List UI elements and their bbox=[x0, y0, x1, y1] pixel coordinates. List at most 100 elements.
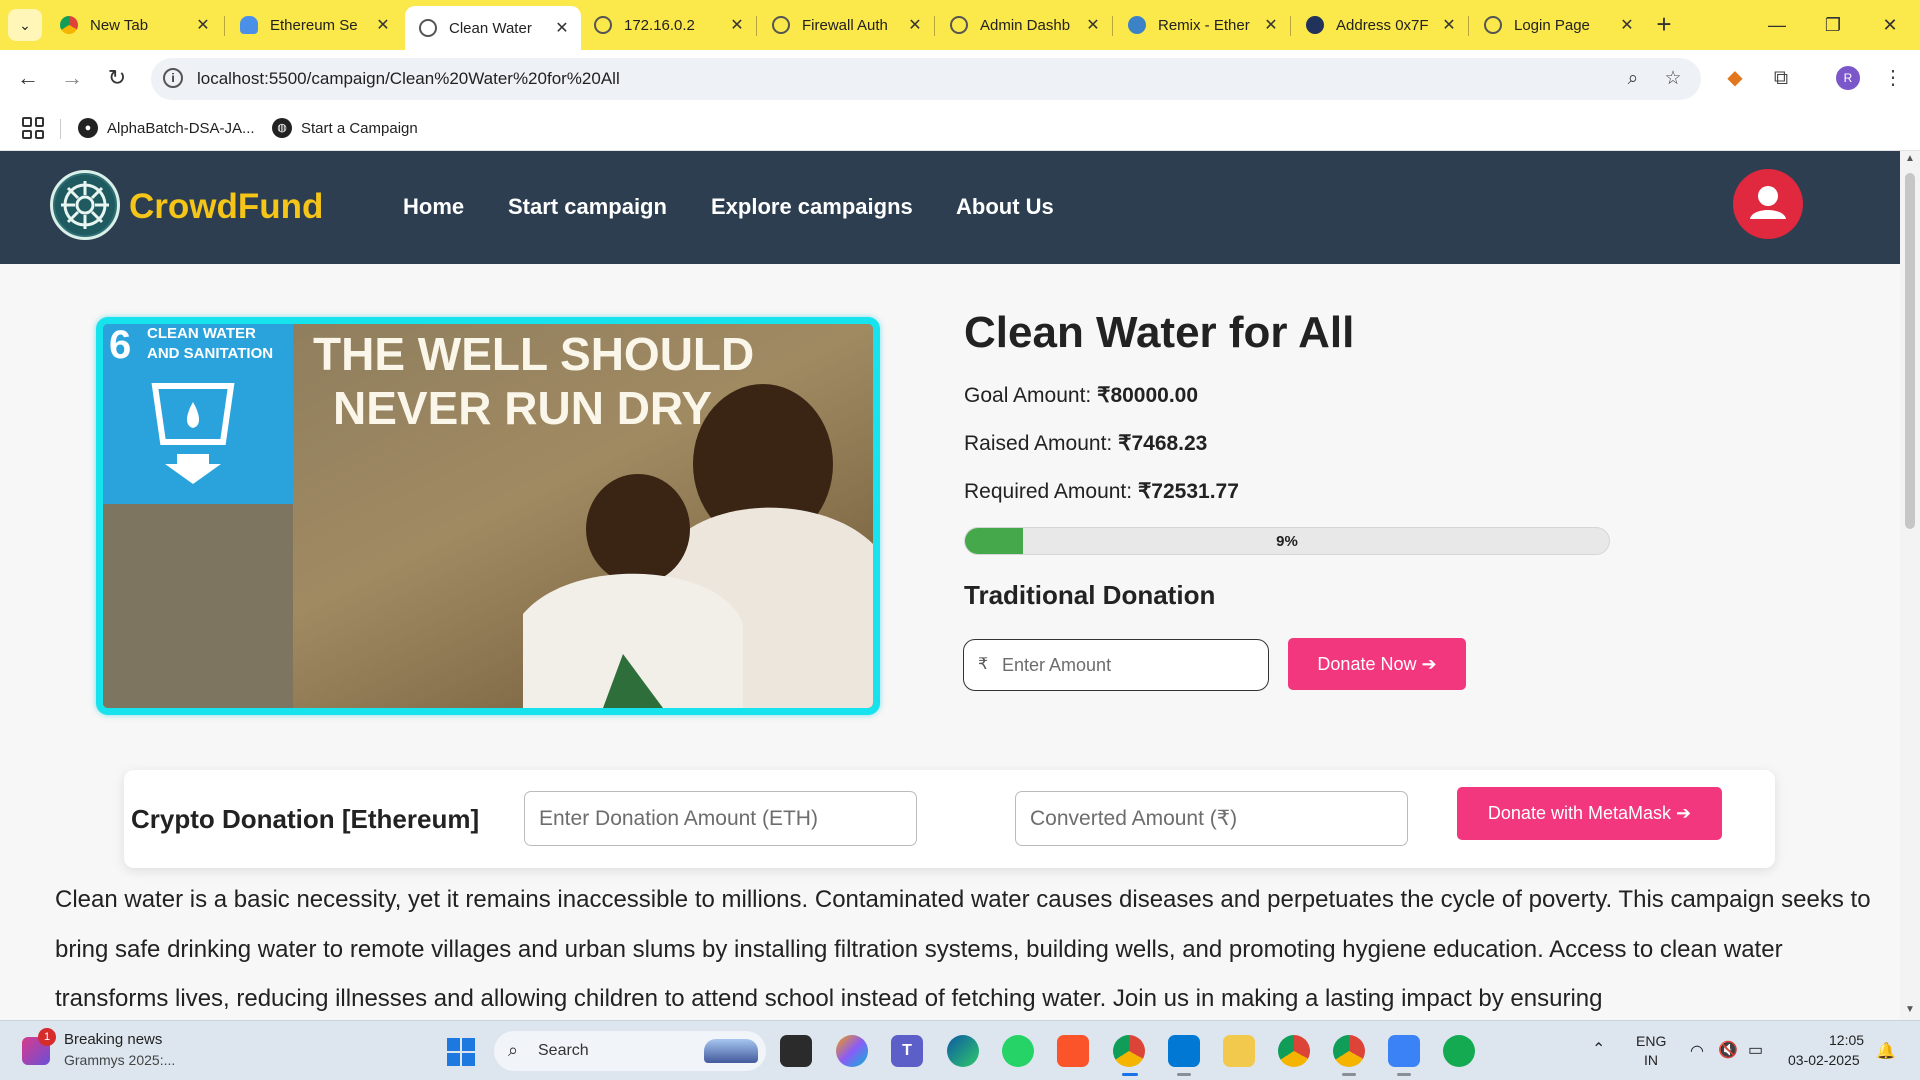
page-viewport: CrowdFund Home Start campaign Explore ca… bbox=[0, 151, 1920, 1020]
tab-close-icon[interactable]: ✕ bbox=[1618, 15, 1636, 35]
campaign-photo: 6 CLEAN WATER AND SANITATION THE WELL SH… bbox=[103, 324, 873, 708]
tab-address[interactable]: Address 0x7F ✕ bbox=[1292, 6, 1468, 44]
edge-icon[interactable] bbox=[947, 1035, 979, 1067]
brand-name[interactable]: CrowdFund bbox=[129, 187, 323, 227]
copilot-icon[interactable] bbox=[836, 1035, 868, 1067]
vscode-icon[interactable] bbox=[1168, 1035, 1200, 1067]
minimize-icon[interactable]: — bbox=[1751, 8, 1803, 42]
traditional-donation-title: Traditional Donation bbox=[964, 580, 1216, 610]
browser-tab-strip: ⌄ New Tab ✕ Ethereum Se ✕ Clean Water ✕ … bbox=[0, 0, 1920, 50]
reload-icon[interactable]: ↻ bbox=[101, 62, 133, 94]
globe-icon bbox=[1484, 16, 1502, 34]
restore-icon[interactable]: ❐ bbox=[1807, 8, 1859, 42]
brave-icon[interactable] bbox=[1057, 1035, 1089, 1067]
tab-new-tab[interactable]: New Tab ✕ bbox=[46, 6, 222, 44]
wifi-icon[interactable]: ◠ bbox=[1690, 1041, 1704, 1061]
tab-172-16-0-2[interactable]: 172.16.0.2 ✕ bbox=[580, 6, 756, 44]
site-header: CrowdFund Home Start campaign Explore ca… bbox=[0, 151, 1900, 264]
chrome-profile-m-icon[interactable] bbox=[1333, 1035, 1365, 1067]
notepad-icon[interactable] bbox=[1388, 1035, 1420, 1067]
tray-overflow-chevron-icon[interactable]: ⌃ bbox=[1592, 1039, 1605, 1059]
user-profile-button[interactable] bbox=[1733, 169, 1803, 239]
chrome-profile-r-icon[interactable] bbox=[1113, 1035, 1145, 1067]
crypto-donation-title: Crypto Donation [Ethereum] bbox=[131, 804, 480, 834]
crowdfund-logo[interactable] bbox=[50, 170, 120, 240]
nav-about-us[interactable]: About Us bbox=[956, 194, 1054, 220]
amount-input[interactable] bbox=[1002, 650, 1258, 680]
zoom-icon[interactable]: ⌕ bbox=[1621, 67, 1645, 91]
tab-login-page[interactable]: Login Page ✕ bbox=[1470, 6, 1646, 44]
teams-icon[interactable]: T bbox=[891, 1035, 923, 1067]
address-bar[interactable]: i localhost:5500/campaign/Clean%20Water%… bbox=[151, 58, 1701, 100]
tab-remix[interactable]: Remix - Ether ✕ bbox=[1114, 6, 1290, 44]
page-scrollbar[interactable]: ▲ ▼ bbox=[1900, 151, 1920, 1020]
clock-time[interactable]: 12:05 bbox=[1829, 1032, 1864, 1048]
language-line2[interactable]: IN bbox=[1644, 1052, 1658, 1068]
search-label: Search bbox=[538, 1042, 589, 1059]
new-tab-plus-icon[interactable]: + bbox=[1648, 9, 1680, 41]
nav-start-campaign[interactable]: Start campaign bbox=[508, 194, 667, 220]
tab-close-icon[interactable]: ✕ bbox=[1262, 15, 1280, 35]
tab-search-chevron-icon[interactable]: ⌄ bbox=[8, 9, 42, 41]
tab-ethereum[interactable]: Ethereum Se ✕ bbox=[226, 6, 402, 44]
tab-title: Address 0x7F bbox=[1336, 16, 1429, 34]
tab-admin-dashboard[interactable]: Admin Dashb ✕ bbox=[936, 6, 1112, 44]
site-info-icon[interactable]: i bbox=[163, 68, 183, 88]
eth-amount-input[interactable] bbox=[524, 791, 917, 846]
battery-icon[interactable]: ▭ bbox=[1748, 1040, 1763, 1060]
running-app-indicator bbox=[1342, 1073, 1356, 1076]
donate-metamask-button[interactable]: Donate with MetaMask ➔ bbox=[1457, 787, 1722, 840]
tab-close-icon[interactable]: ✕ bbox=[728, 15, 746, 35]
browser-menu-icon[interactable]: ⋮ bbox=[1877, 62, 1909, 94]
globe-icon bbox=[772, 16, 790, 34]
news-subtitle[interactable]: Grammys 2025:... bbox=[64, 1052, 175, 1068]
tab-separator bbox=[756, 16, 757, 36]
forward-arrow-icon[interactable]: → bbox=[56, 62, 88, 94]
profile-avatar[interactable]: R bbox=[1836, 66, 1860, 90]
nav-home[interactable]: Home bbox=[403, 194, 464, 220]
chrome-icon[interactable] bbox=[1278, 1035, 1310, 1067]
close-window-icon[interactable]: ✕ bbox=[1864, 8, 1916, 42]
volume-muted-icon[interactable]: 🔇 bbox=[1718, 1040, 1738, 1060]
scrollbar-thumb[interactable] bbox=[1905, 173, 1915, 529]
tab-close-icon[interactable]: ✕ bbox=[553, 18, 571, 38]
sdg-goal-label-2: AND SANITATION bbox=[147, 345, 273, 362]
tab-close-icon[interactable]: ✕ bbox=[374, 15, 392, 35]
bookmark-alphabatch[interactable]: ● AlphaBatch-DSA-JA... bbox=[78, 118, 255, 138]
tab-close-icon[interactable]: ✕ bbox=[1440, 15, 1458, 35]
extensions-puzzle-icon[interactable]: ⧉ bbox=[1765, 62, 1797, 94]
mongodb-compass-icon[interactable] bbox=[1443, 1035, 1475, 1067]
scroll-down-arrow-icon[interactable]: ▼ bbox=[1904, 1004, 1916, 1015]
tab-title: Clean Water bbox=[449, 19, 532, 37]
language-line1[interactable]: ENG bbox=[1636, 1033, 1666, 1049]
whatsapp-icon[interactable] bbox=[1002, 1035, 1034, 1067]
back-arrow-icon[interactable]: ← bbox=[12, 62, 44, 94]
raised-amount-row: Raised Amount: ₹7468.23 bbox=[964, 431, 1207, 456]
bookmark-start-campaign[interactable]: ◍ Start a Campaign bbox=[272, 118, 418, 138]
amount-input-wrapper: ₹ bbox=[963, 639, 1269, 691]
notifications-bell-icon[interactable]: 🔔 bbox=[1876, 1041, 1896, 1061]
metamask-fox-icon[interactable]: ◆ bbox=[1719, 62, 1751, 94]
tab-close-icon[interactable]: ✕ bbox=[1084, 15, 1102, 35]
cloud-icon bbox=[240, 16, 258, 34]
scroll-up-arrow-icon[interactable]: ▲ bbox=[1904, 153, 1916, 164]
tab-firewall-auth[interactable]: Firewall Auth ✕ bbox=[758, 6, 934, 44]
file-explorer-icon[interactable] bbox=[1223, 1035, 1255, 1067]
clock-date[interactable]: 03-02-2025 bbox=[1788, 1052, 1860, 1068]
tab-clean-water[interactable]: Clean Water ✕ bbox=[405, 6, 581, 50]
url-text[interactable]: localhost:5500/campaign/Clean%20Water%20… bbox=[197, 69, 620, 89]
apps-grid-icon[interactable] bbox=[22, 117, 44, 139]
etherscan-icon bbox=[1306, 16, 1324, 34]
converted-amount-input[interactable] bbox=[1015, 791, 1408, 846]
donate-now-button[interactable]: Donate Now ➔ bbox=[1288, 638, 1466, 690]
task-view-icon[interactable] bbox=[780, 1035, 812, 1067]
taskbar-search[interactable]: ⌕ Search bbox=[494, 1031, 766, 1071]
nav-explore-campaigns[interactable]: Explore campaigns bbox=[711, 194, 913, 220]
bookmark-star-icon[interactable]: ☆ bbox=[1661, 67, 1685, 91]
news-title[interactable]: Breaking news bbox=[64, 1031, 162, 1048]
goal-amount-label: Goal Amount: bbox=[964, 384, 1098, 407]
tab-close-icon[interactable]: ✕ bbox=[906, 15, 924, 35]
rupee-icon: ₹ bbox=[978, 656, 989, 673]
tab-close-icon[interactable]: ✕ bbox=[194, 15, 212, 35]
windows-start-icon[interactable] bbox=[447, 1038, 475, 1066]
